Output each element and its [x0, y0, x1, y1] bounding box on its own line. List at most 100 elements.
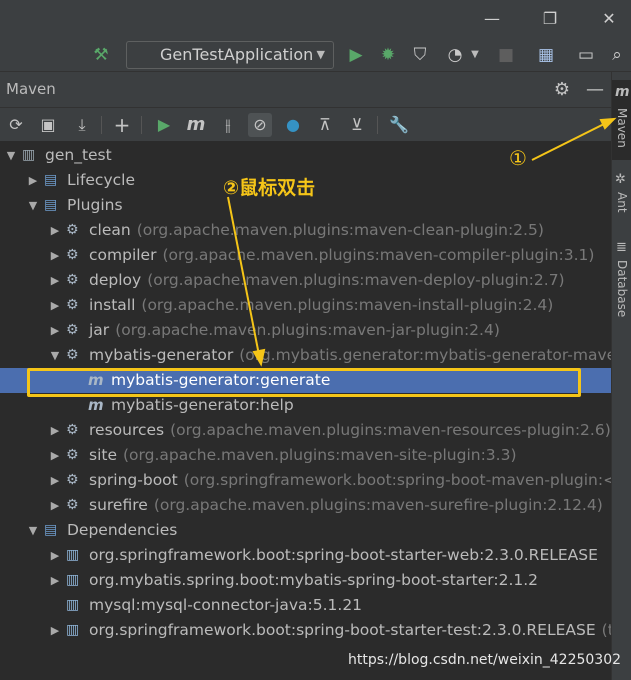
expand-icon[interactable]: ⊻: [345, 113, 369, 137]
maven-tab-icon: m: [615, 84, 630, 100]
generate-sources-icon[interactable]: ▣: [36, 113, 60, 137]
tree-row[interactable]: ▶ ⚙ install (org.apache.maven.plugins:maven…: [0, 293, 611, 318]
hammer-icon[interactable]: ⚒: [89, 43, 113, 67]
tree-row-label: Plugins: [67, 193, 123, 218]
tree-row-label: jar (org.apache.maven.plugins:maven-jar-p…: [89, 318, 500, 343]
search-icon[interactable]: ⌕: [605, 43, 629, 67]
chevron-right-icon[interactable]: ▶: [48, 543, 62, 568]
chevron-down-icon[interactable]: ▼: [26, 193, 40, 218]
tree-row-name: spring-boot: [89, 471, 178, 489]
library-icon: ▥: [66, 597, 80, 613]
skip-tests-icon[interactable]: ⊘: [248, 113, 272, 137]
tree-row-name: clean: [89, 221, 131, 239]
tree-row[interactable]: ▶ ⚙ clean (org.apache.maven.plugins:maven-c…: [0, 218, 611, 243]
chevron-right-icon[interactable]: ▶: [48, 243, 62, 268]
tree-row-label: resources (org.apache.maven.plugins:maven…: [89, 418, 611, 443]
library-icon: ▥: [66, 547, 80, 563]
maven-tab-label: Maven: [615, 108, 629, 148]
tree-row[interactable]: ▶ ▥ org.springframework.boot:spring-boot-s…: [0, 543, 611, 568]
chevron-right-icon[interactable]: ▶: [48, 493, 62, 518]
tree-row-label: org.mybatis.spring.boot:mybatis-spring-b…: [89, 568, 538, 593]
tree-row-label: org.springframework.boot:spring-boot-sta…: [89, 543, 598, 568]
watermark-text: https://blog.csdn.net/weixin_42250302: [348, 652, 622, 668]
project-structure-icon[interactable]: ▦: [534, 43, 558, 67]
tree-row-label: surefire (org.apache.maven.plugins:maven-…: [89, 493, 603, 518]
folder-gear-icon: ▤: [44, 522, 58, 538]
tree-row-name: Plugins: [67, 196, 123, 214]
chevron-down-icon[interactable]: ▼: [26, 518, 40, 543]
chevron-right-icon[interactable]: ▶: [26, 168, 40, 193]
download-icon[interactable]: ⤓: [70, 113, 94, 137]
settings-icon[interactable]: ⚙: [550, 78, 574, 102]
plugin-icon: ⚙: [66, 422, 79, 438]
tree-row-detail: (org.springframework.boot:spring-boot-ma…: [183, 471, 631, 489]
minimize-window-button[interactable]: —: [480, 8, 504, 30]
chevron-right-icon[interactable]: ▶: [48, 618, 62, 643]
folder-gear-icon: ▤: [44, 197, 58, 213]
tree-row[interactable]: ▶ ▥ org.springframework.boot:spring-boot-s…: [0, 618, 631, 643]
run-icon[interactable]: ▶: [344, 43, 368, 67]
maven-side-tab[interactable]: m Maven: [612, 80, 631, 160]
collapse-icon[interactable]: ⊼: [313, 113, 337, 137]
close-window-button[interactable]: ✕: [597, 8, 621, 30]
tree-row[interactable]: ▶ ⚙ resources (org.apache.maven.plugins:mav…: [0, 418, 611, 443]
chevron-down-icon[interactable]: ▼: [4, 143, 18, 168]
chevron-right-icon[interactable]: ▶: [48, 468, 62, 493]
chevron-right-icon[interactable]: ▶: [48, 443, 62, 468]
tree-row[interactable]: ▶ ⚙ site (org.apache.maven.plugins:maven-si…: [0, 443, 611, 468]
chevron-right-icon[interactable]: ▶: [48, 293, 62, 318]
window-icon[interactable]: ▭: [574, 43, 598, 67]
run-configuration-label: GenTestApplication: [160, 45, 314, 64]
tree-row-name: org.mybatis.spring.boot:mybatis-spring-b…: [89, 571, 539, 589]
folder-gear-icon: ▤: [44, 172, 58, 188]
ant-tab-icon: ✲: [615, 172, 626, 187]
tree-row-label: mybatis-generator (org.mybatis.generator:…: [89, 343, 631, 368]
tree-row-label: install (org.apache.maven.plugins:maven-i…: [89, 293, 553, 318]
library-icon: ▥: [66, 572, 80, 588]
coverage-icon[interactable]: ⛉: [408, 43, 432, 67]
tree-row-label: org.springframework.boot:spring-boot-sta…: [89, 618, 631, 643]
tree-row-detail: (org.apache.maven.plugins:maven-deploy-p…: [147, 271, 565, 289]
execute-goal-icon[interactable]: m: [184, 113, 208, 137]
database-side-tab[interactable]: ≣ Database: [612, 238, 631, 328]
tree-row-name: deploy: [89, 271, 142, 289]
plugin-icon: ⚙: [66, 322, 79, 338]
tree-row-name: Dependencies: [67, 521, 178, 539]
show-dependencies-icon[interactable]: ●: [281, 113, 305, 137]
debug-icon[interactable]: ✹: [376, 43, 400, 67]
tree-row[interactable]: ▼ ▤ Dependencies: [0, 518, 611, 543]
plugin-icon: ⚙: [66, 247, 79, 263]
toggle-offline-icon[interactable]: ⫲: [216, 113, 240, 137]
chevron-down-icon[interactable]: ▼: [48, 343, 62, 368]
add-icon[interactable]: +: [110, 113, 134, 137]
run-configuration-dropdown[interactable]: GenTestApplication ▼: [126, 41, 334, 69]
tree-row[interactable]: ▶ ⚙ surefire (org.apache.maven.plugins:mave…: [0, 493, 611, 518]
tree-row[interactable]: ▶ ⚙ jar (org.apache.maven.plugins:maven-jar…: [0, 318, 611, 343]
tree-row[interactable]: ▶ ▥ org.mybatis.spring.boot:mybatis-spring…: [0, 568, 611, 593]
tree-row[interactable]: ▥ mysql:mysql-connector-java:5.1.21: [0, 593, 611, 618]
profile-dropdown-icon[interactable]: ▼: [468, 43, 482, 67]
chevron-right-icon[interactable]: ▶: [48, 268, 62, 293]
ant-tab-label: Ant: [615, 192, 629, 213]
tree-row[interactable]: ▶ ⚙ compiler (org.apache.maven.plugins:mave…: [0, 243, 611, 268]
ant-side-tab[interactable]: ✲ Ant: [612, 170, 631, 230]
run-icon[interactable]: ▶: [152, 113, 176, 137]
chevron-right-icon[interactable]: ▶: [48, 418, 62, 443]
tree-row-name: resources: [89, 421, 165, 439]
chevron-right-icon[interactable]: ▶: [48, 318, 62, 343]
restore-window-button[interactable]: ❐: [538, 8, 562, 30]
right-tool-window-bar: m Maven ✲ Ant ≣ Database: [611, 72, 631, 680]
minimize-panel-icon[interactable]: —: [583, 78, 607, 102]
wrench-icon[interactable]: 🔧: [387, 113, 411, 137]
chevron-right-icon[interactable]: ▶: [48, 568, 62, 593]
tree-row[interactable]: ▶ ⚙ deploy (org.apache.maven.plugins:maven-…: [0, 268, 611, 293]
tree-row[interactable]: ▼ ⚙ mybatis-generator (org.mybatis.generato…: [0, 343, 631, 368]
profile-icon[interactable]: ◔: [442, 43, 468, 67]
tree-row-detail: (org.apache.maven.plugins:maven-jar-plug…: [115, 321, 500, 339]
reload-icon[interactable]: ⟳: [4, 113, 28, 137]
tree-row-name: site: [89, 446, 117, 464]
chevron-right-icon[interactable]: ▶: [48, 218, 62, 243]
tree-row-detail: (org.apache.maven.plugins:maven-clean-pl…: [136, 221, 544, 239]
stop-icon[interactable]: ■: [494, 43, 518, 67]
tree-row[interactable]: ▶ ⚙ spring-boot (org.springframework.boot:s…: [0, 468, 631, 493]
